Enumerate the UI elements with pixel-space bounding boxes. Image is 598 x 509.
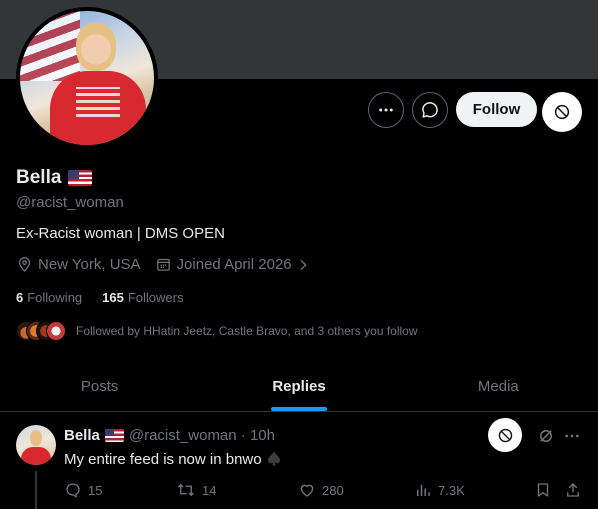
message-icon: [422, 102, 438, 118]
tab-replies[interactable]: Replies: [199, 362, 398, 411]
reply-button[interactable]: 15: [64, 481, 102, 499]
profile-name: Bella: [16, 167, 93, 189]
tweet[interactable]: Bella @racist_woman · 10h My entire feed…: [0, 413, 598, 509]
tweet-handle-time[interactable]: @racist_woman · 10h: [129, 427, 275, 444]
tab-media[interactable]: Media: [399, 362, 598, 411]
us-flag-icon: [68, 170, 93, 186]
views-button[interactable]: 7.3K: [414, 481, 465, 499]
location-text: New York, USA: [38, 256, 141, 273]
location-icon: [18, 257, 31, 272]
profile-handle: @racist_woman: [16, 194, 124, 211]
join-date: Joined April 2026: [155, 256, 316, 273]
location: New York, USA: [16, 256, 141, 273]
like-icon: [300, 484, 314, 497]
followed-by[interactable]: Followed by HHatin Jeetz, Castle Bravo, …: [16, 318, 418, 344]
thread-line: [35, 471, 37, 509]
reply-count: 15: [88, 482, 103, 498]
tweet-text: My entire feed is now in bnwo: [64, 450, 282, 468]
following-link[interactable]: 6 Following: [16, 290, 82, 305]
repost-count: 14: [202, 482, 217, 498]
grok-icon[interactable]: [537, 427, 555, 445]
share-icon[interactable]: [564, 481, 582, 499]
spade-icon: [267, 451, 280, 466]
display-name: Bella: [16, 167, 62, 188]
tweet-header: Bella @racist_woman · 10h: [64, 427, 275, 444]
calendar-icon: [156, 258, 170, 271]
block-button[interactable]: [542, 92, 582, 132]
more-options-button[interactable]: [368, 92, 404, 128]
more-icon: [379, 108, 393, 112]
views-count: 7.3K: [438, 482, 465, 498]
tweet-avatar[interactable]: [16, 425, 56, 465]
chevron-right-icon[interactable]: [295, 257, 311, 273]
join-date-text: Joined April 2026: [176, 256, 292, 273]
block-icon: [498, 428, 512, 442]
follow-button[interactable]: Follow: [456, 92, 537, 127]
followed-by-avatars: [16, 318, 72, 344]
repost-button[interactable]: 14: [176, 481, 216, 499]
profile-tabs: Posts Replies Media: [0, 362, 598, 412]
profile-stats: 6 Following 165 Followers: [16, 290, 203, 305]
profile-avatar[interactable]: [16, 7, 158, 149]
bookmark-icon[interactable]: [534, 481, 552, 499]
followers-link[interactable]: 165 Followers: [102, 290, 183, 305]
message-button[interactable]: [412, 92, 448, 128]
followed-by-text: Followed by HHatin Jeetz, Castle Bravo, …: [76, 324, 418, 338]
views-icon: [417, 484, 430, 496]
tweet-body: My entire feed is now in bnwo: [64, 450, 262, 468]
following-label: Following: [27, 290, 83, 305]
followers-label: Followers: [127, 290, 184, 305]
like-count: 280: [322, 482, 344, 498]
more-icon[interactable]: [563, 427, 581, 445]
followers-count: 165: [102, 290, 124, 305]
us-flag-icon: [104, 429, 124, 442]
profile-bio: Ex-Racist woman | DMS OPEN: [16, 225, 225, 242]
tab-posts[interactable]: Posts: [0, 362, 199, 411]
following-count: 6: [16, 290, 24, 305]
reply-icon: [66, 483, 80, 499]
profile-meta: New York, USA Joined April 2026: [16, 256, 330, 273]
tweet-author-name[interactable]: Bella: [64, 427, 100, 444]
tweet-actions: 15 14 280 7.3K: [64, 481, 584, 501]
follower-avatar: [46, 321, 66, 341]
tweet-block-button[interactable]: [488, 418, 522, 452]
like-button[interactable]: 280: [298, 481, 344, 499]
repost-icon: [178, 483, 194, 497]
block-icon: [554, 104, 570, 120]
